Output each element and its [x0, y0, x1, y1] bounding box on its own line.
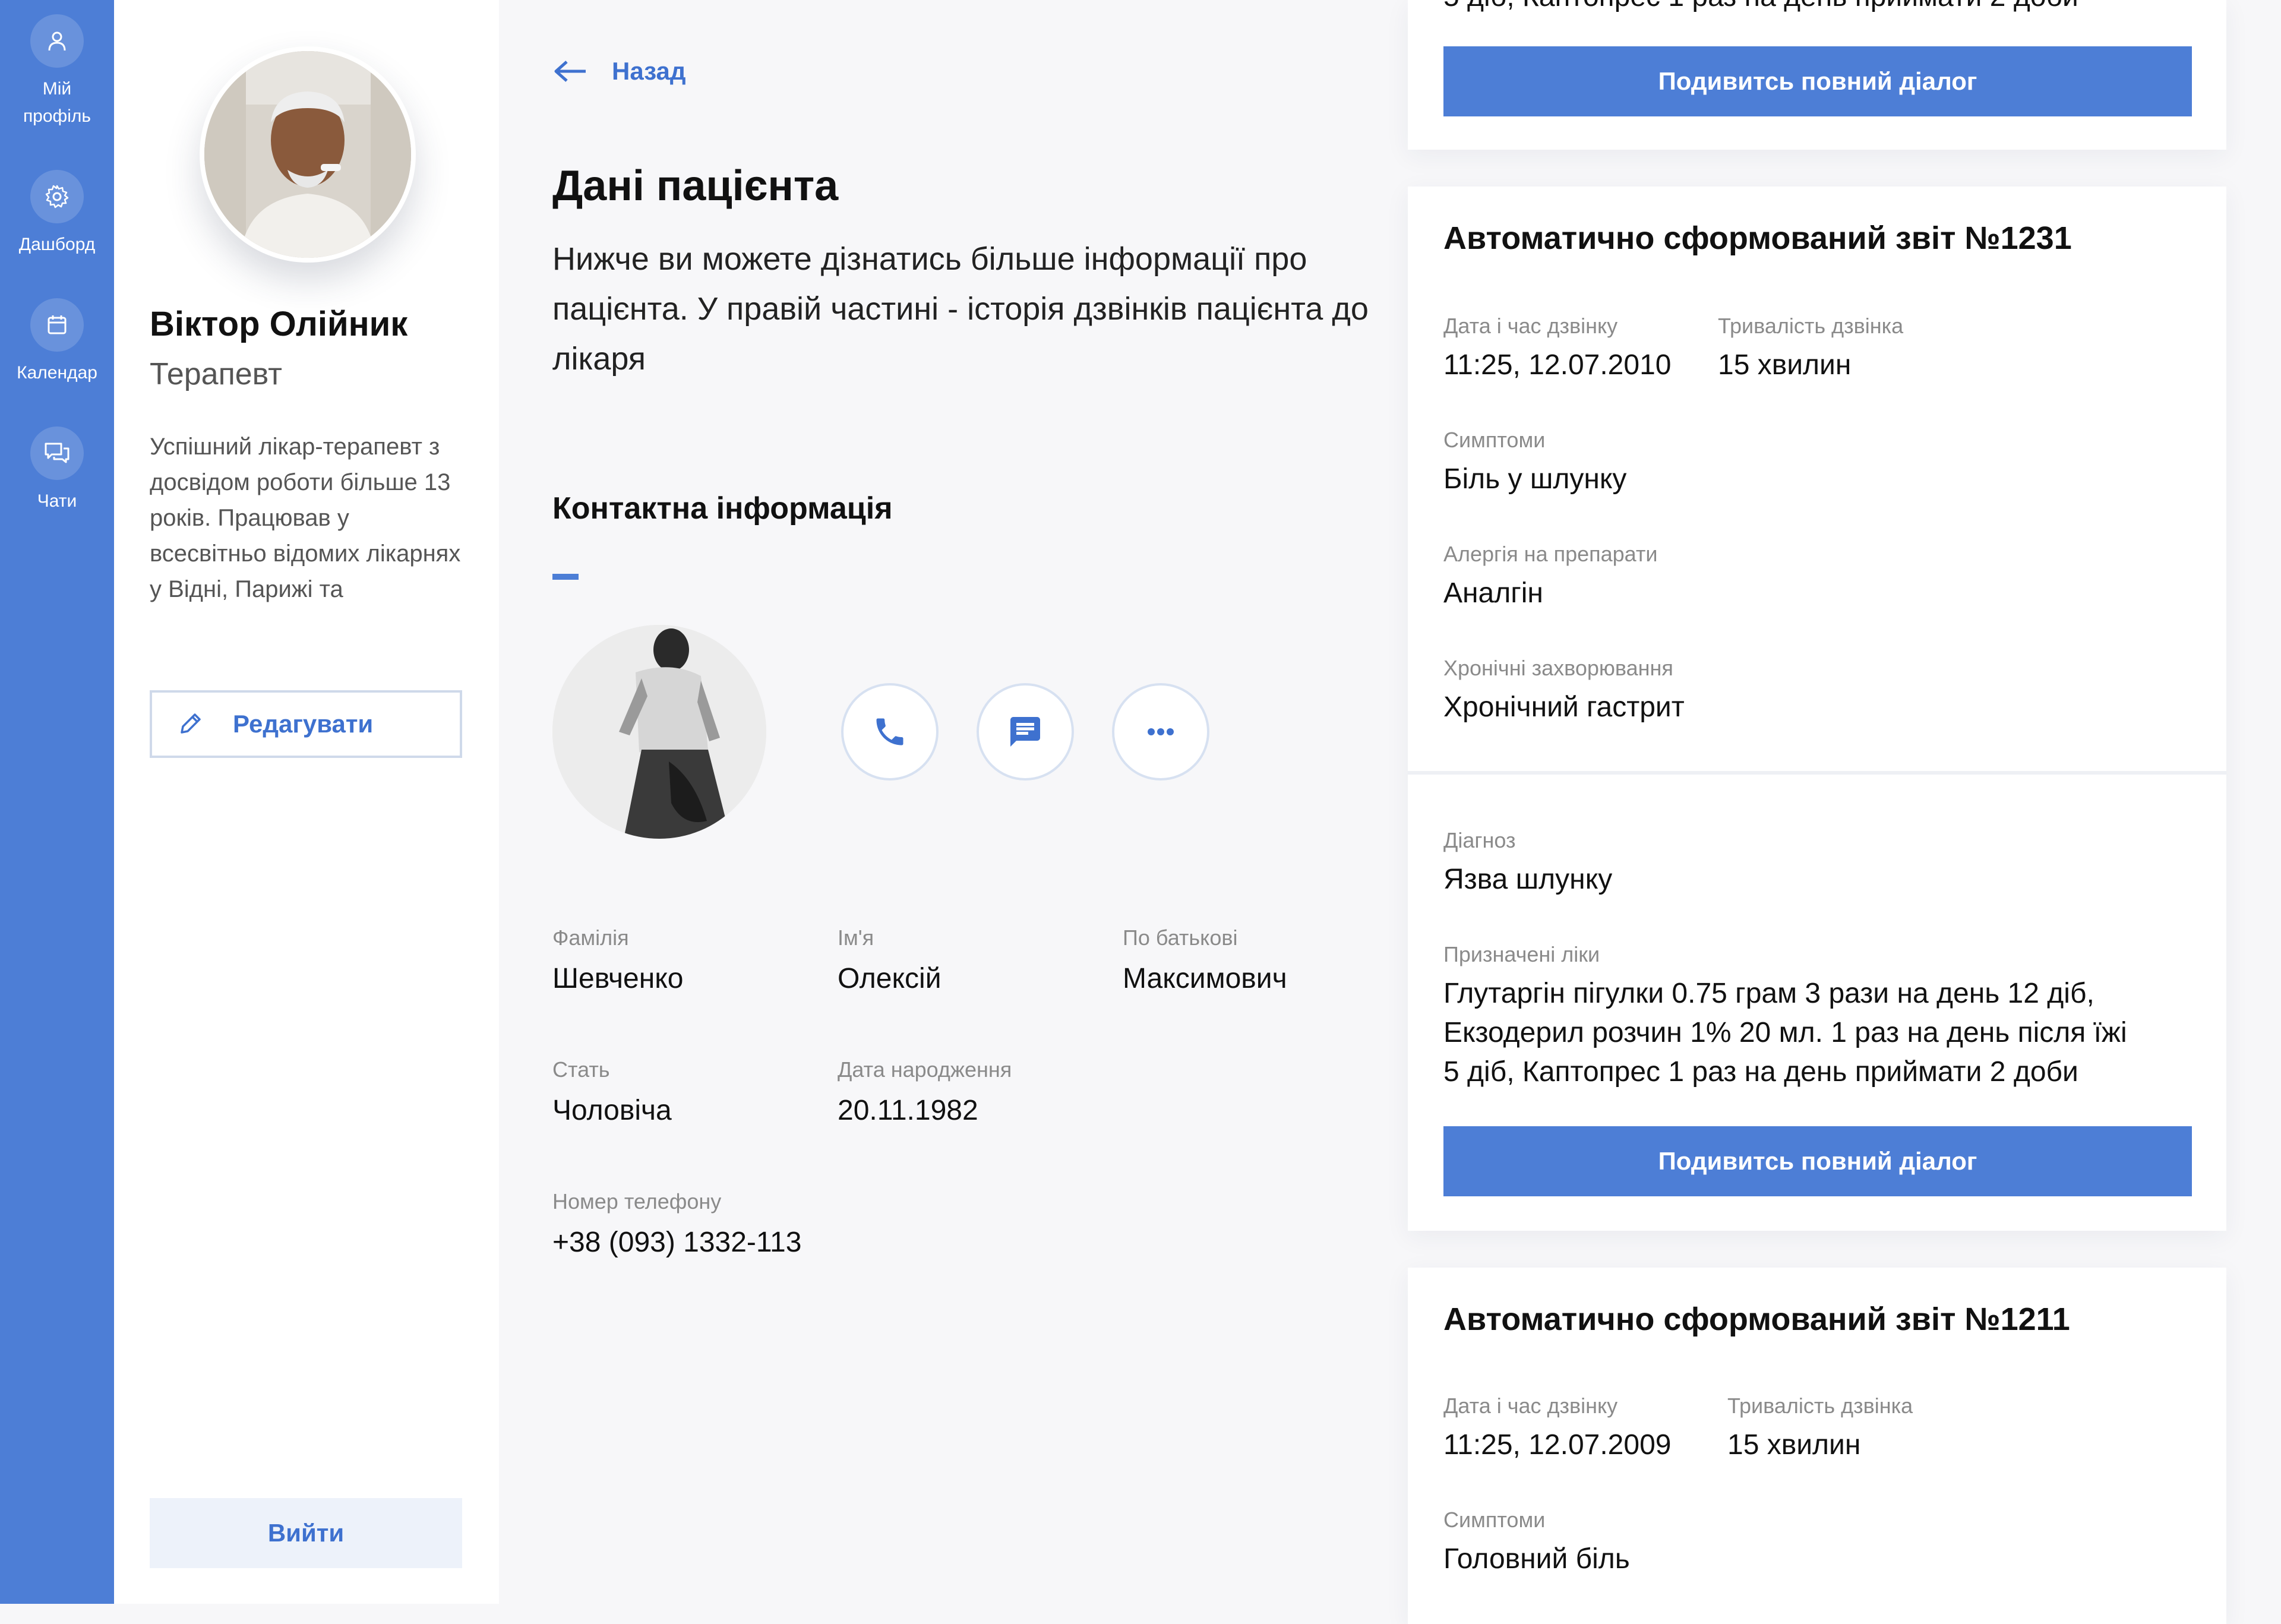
- edit-profile-button[interactable]: Редагувати: [150, 690, 462, 758]
- dob-value: 20.11.1982: [838, 1095, 978, 1126]
- arrow-left-icon: [552, 59, 588, 83]
- doctor-name: Віктор Олійник: [150, 305, 408, 343]
- report-1211-duration: 15 хвилин: [1727, 1429, 1861, 1461]
- report-1231-diagnosis-label: Діагноз: [1443, 828, 1516, 852]
- surname-label: Фамілія: [552, 925, 629, 950]
- phone-icon: [872, 714, 908, 750]
- doctor-avatar: [200, 46, 416, 263]
- report-1231-duration: 15 хвилин: [1718, 349, 1852, 381]
- nav-label-calendar: Календар: [17, 363, 97, 383]
- report-1231-meds-line2: Екзодерил розчин 1% 20 мл. 1 раз на день…: [1443, 1017, 2127, 1048]
- report-1231-date-label: Дата і час дзвінку: [1443, 314, 1618, 338]
- section-underline: [552, 574, 579, 580]
- report-divider: [1408, 771, 2226, 775]
- nav-item-profile[interactable]: Мій профіль: [0, 14, 114, 131]
- phone-value: +38 (093) 1332-113: [552, 1227, 802, 1258]
- more-button[interactable]: [1112, 683, 1209, 781]
- gear-icon: [30, 170, 84, 223]
- surname-value: Шевченко: [552, 963, 684, 994]
- report-1231-diagnosis: Язва шлунку: [1443, 864, 1613, 895]
- sex-label: Стать: [552, 1057, 610, 1082]
- phone-label: Номер телефону: [552, 1189, 722, 1214]
- report-1211-date-label: Дата і час дзвінку: [1443, 1394, 1618, 1418]
- back-link[interactable]: Назад: [552, 57, 686, 86]
- sex-value: Чоловіча: [552, 1095, 672, 1126]
- report-1231-symptoms-label: Симптоми: [1443, 428, 1546, 452]
- patient-photo: [552, 625, 766, 839]
- patronymic-label: По батькові: [1123, 925, 1238, 950]
- chat-icon: [30, 426, 84, 480]
- report-1231-date: 11:25, 12.07.2010: [1443, 349, 1672, 381]
- view-dialog-button-1231[interactable]: Подивитсь повний діалог: [1443, 1126, 2192, 1196]
- more-icon: [1143, 726, 1179, 738]
- logout-button[interactable]: Вийти: [150, 1498, 462, 1568]
- doctor-bio: Успішний лікар-терапевт з досвідом робот…: [150, 434, 461, 602]
- report-1211-duration-label: Тривалість дзвінка: [1727, 1394, 1913, 1418]
- view-dialog-button-previous[interactable]: Подивитсь повний діалог: [1443, 46, 2192, 116]
- pencil-icon: [176, 710, 204, 738]
- patronymic-value: Максимович: [1123, 963, 1287, 994]
- report-1211-title: Автоматично сформований звіт №1211: [1443, 1301, 2070, 1337]
- nav-item-calendar[interactable]: Календар: [0, 298, 114, 387]
- nav-rail: Мій профіль Дашборд Календар Чати: [0, 0, 114, 1604]
- report-1211-symptoms: Головний біль: [1443, 1543, 1630, 1575]
- report-1231-meds-line3: 5 діб, Каптопрес 1 раз на день приймати …: [1443, 1056, 2078, 1088]
- page-description: Нижче ви можете дізнатись більше інформа…: [552, 241, 1369, 377]
- page-title: Дані пацієнта: [552, 162, 839, 210]
- edit-profile-label: Редагувати: [233, 710, 374, 738]
- nav-item-dashboard[interactable]: Дашборд: [0, 170, 114, 259]
- report-1211-symptoms-label: Симптоми: [1443, 1508, 1546, 1532]
- report-1231-meds-line1: Глутаргін пігулки 0.75 грам 3 рази на де…: [1443, 978, 2094, 1009]
- report-1231-symptoms: Біль у шлунку: [1443, 463, 1627, 495]
- nav-label-chats: Чати: [37, 491, 77, 511]
- report-1231-meds-label: Призначені ліки: [1443, 942, 1600, 966]
- doctor-role: Терапевт: [150, 357, 282, 391]
- report-1231-title: Автоматично сформований звіт №1231: [1443, 220, 2072, 256]
- user-icon: [30, 14, 84, 68]
- nav-label-profile-2: профіль: [23, 106, 91, 126]
- back-label: Назад: [612, 57, 686, 85]
- nav-item-chats[interactable]: Чати: [0, 426, 114, 516]
- previous-meds-cut: 5 діб, Каптопрес 1 раз на день приймати …: [1443, 0, 2078, 17]
- dob-label: Дата народження: [838, 1057, 1012, 1082]
- message-button[interactable]: [977, 683, 1074, 781]
- report-1231-chronic: Хронічний гастрит: [1443, 691, 1685, 723]
- report-1231-duration-label: Тривалість дзвінка: [1718, 314, 1904, 338]
- message-icon: [1007, 714, 1043, 750]
- name-label: Ім'я: [838, 925, 874, 950]
- report-1211-date: 11:25, 12.07.2009: [1443, 1429, 1672, 1461]
- calendar-icon: [30, 298, 84, 352]
- report-1231-allergy-label: Алергія на препарати: [1443, 542, 1658, 566]
- report-1231-allergy: Аналгін: [1443, 577, 1543, 609]
- report-1231-chronic-label: Хронічні захворювання: [1443, 656, 1673, 680]
- name-value: Олексій: [838, 963, 942, 994]
- contact-section-title: Контактна інформація: [552, 491, 893, 526]
- call-button[interactable]: [841, 683, 939, 781]
- nav-label-profile-1: Мій: [42, 79, 72, 99]
- nav-label-dashboard: Дашборд: [18, 235, 96, 254]
